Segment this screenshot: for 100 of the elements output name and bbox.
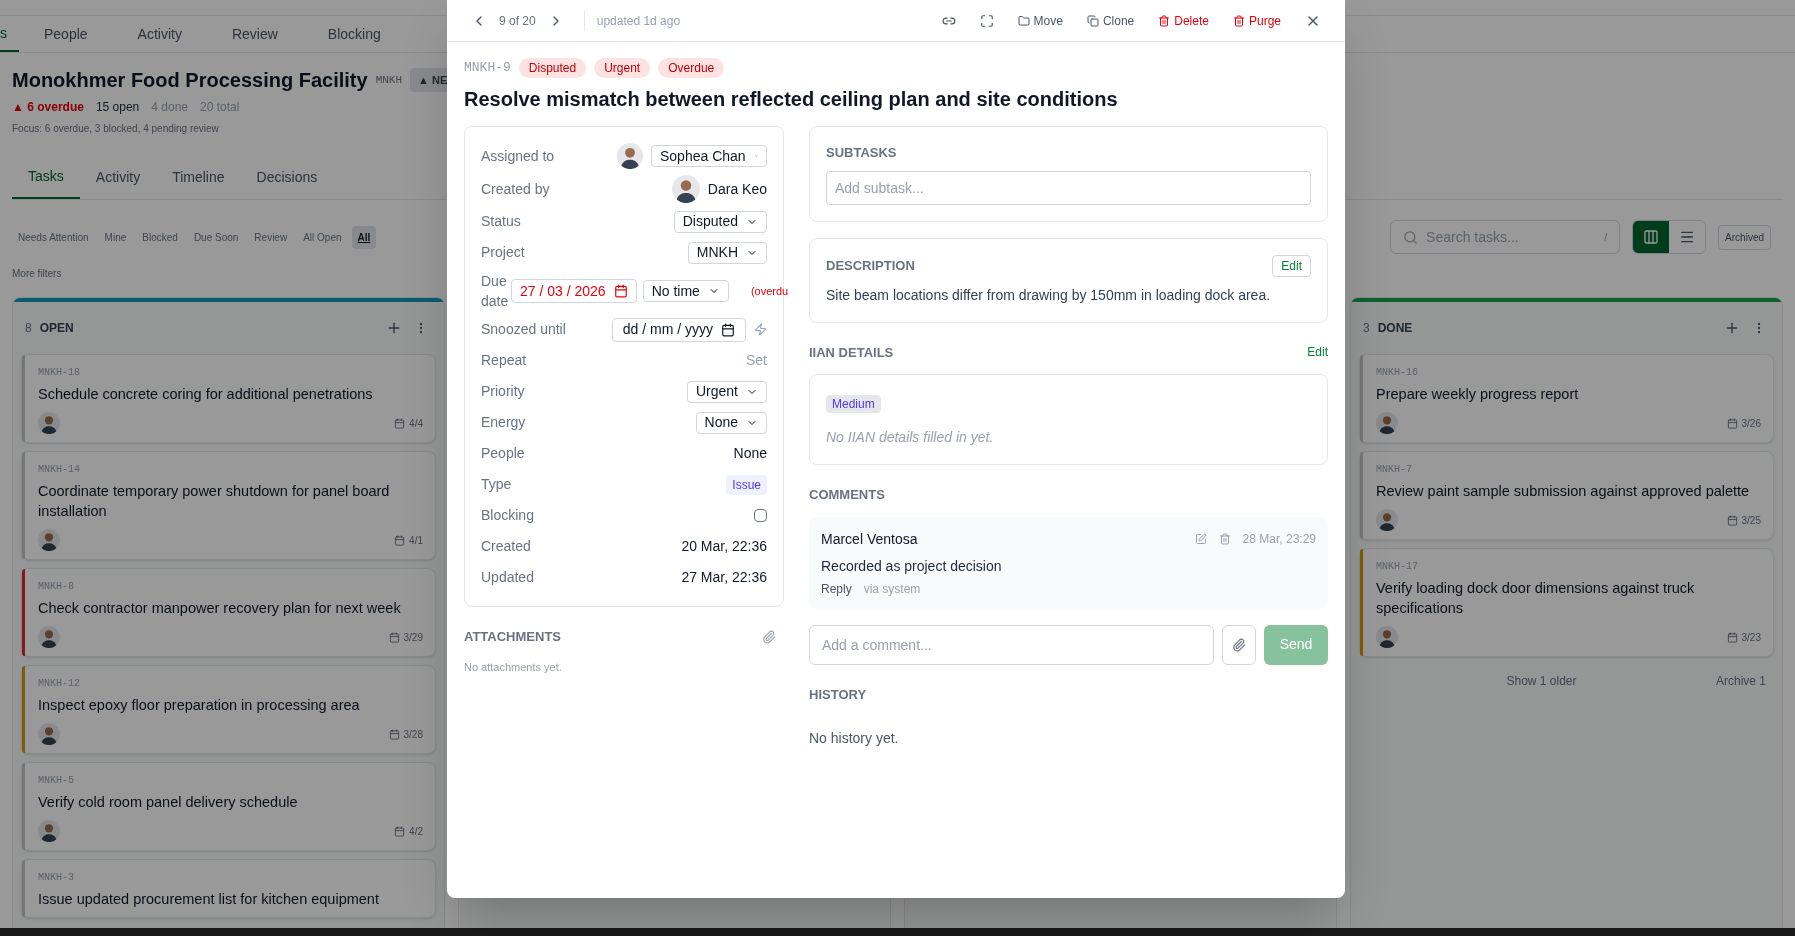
done-count: 4 done [151, 99, 188, 115]
nav-tab[interactable]: Blocking [302, 16, 406, 52]
edit-link[interactable]: Edit [1307, 344, 1328, 361]
filter-chip[interactable]: Review [248, 225, 294, 249]
field-label: Snoozed until [481, 320, 566, 339]
show-older-link[interactable]: Show 1 older [1506, 673, 1577, 689]
avatar-icon [1376, 412, 1398, 434]
section-title: COMMENTS [809, 486, 886, 504]
nav-tab[interactable]: s [0, 16, 19, 52]
add-icon[interactable] [1724, 320, 1740, 336]
clone-button[interactable]: Clone [1086, 12, 1135, 29]
board-view-button[interactable] [1633, 221, 1670, 253]
filter-chip[interactable]: Needs Attention [12, 225, 95, 249]
select-field[interactable]: None [695, 411, 767, 434]
task-card[interactable]: MNKH-17 Verify loading dock door dimensions against truck specifications 3/23 [1359, 548, 1774, 657]
avatar-icon [38, 626, 60, 648]
date-field[interactable]: dd / mm / yyyy [611, 317, 746, 342]
purge-button[interactable]: Purge [1232, 12, 1281, 29]
trash-icon [1158, 14, 1171, 27]
columns-icon [1643, 229, 1660, 245]
comment-author: Marcel Ventosa [821, 529, 918, 549]
project-title: Monokhmer Food Processing Facility [12, 68, 368, 93]
empty-message: No attachments yet. [464, 659, 563, 675]
date-field[interactable]: 27 / 03 / 2026 [511, 279, 637, 303]
expand-button[interactable] [979, 13, 994, 28]
field-label: Created by [481, 179, 550, 199]
calendar-icon [1726, 631, 1738, 643]
overdue-count: ▲ 6 overdue [12, 99, 84, 115]
view-tab[interactable]: Activity [79, 156, 157, 199]
project-code: MNKH [375, 72, 403, 88]
comment-time: 28 Mar, 23:29 [1242, 531, 1316, 547]
nav-tab[interactable]: Review [206, 16, 303, 52]
task-card[interactable]: MNKH-18 Schedule concrete coring for additional penetrations 4/4 [21, 354, 436, 443]
bolt-icon[interactable] [754, 323, 767, 336]
trash-icon[interactable] [1218, 533, 1231, 545]
add-icon[interactable] [386, 320, 402, 336]
focus-summary: Focus: 6 overdue, 3 blocked, 4 pending review [12, 122, 220, 136]
task-card[interactable]: MNKH-16 Prepare weekly progress report 3/26 [1359, 354, 1774, 443]
section-title: ATTACHMENTS [464, 628, 561, 646]
select-field[interactable]: Disputed [673, 210, 767, 233]
status-tag: Disputed [518, 58, 587, 78]
calendar-icon [1726, 417, 1738, 429]
avatar-icon [38, 820, 60, 842]
field-label: Blocking [481, 506, 534, 525]
task-card[interactable]: MNKH-7 Review paint sample submission against approved palette 3/25 [1359, 451, 1774, 540]
nav-tab[interactable]: People [19, 16, 113, 52]
section-title: SUBTASKS [826, 144, 898, 162]
task-id: MNKH-8 [38, 580, 75, 594]
archive-link[interactable]: Archive 1 [1715, 673, 1766, 689]
delete-button[interactable]: Delete [1158, 12, 1209, 29]
level-tag: Medium [826, 395, 881, 413]
select-field[interactable]: MNKH [687, 241, 767, 264]
trash-icon [1232, 14, 1245, 27]
task-title: Verify cold room panel delivery schedule [38, 793, 299, 812]
calendar-icon [388, 728, 400, 740]
nav-tab[interactable]: Activity [112, 16, 207, 52]
field-label: Priority [481, 382, 525, 401]
filter-chip[interactable]: All Open [297, 225, 348, 249]
select-field[interactable]: No time [642, 280, 729, 302]
reply-link[interactable]: Reply [821, 580, 852, 597]
task-title: Inspect epoxy floor preparation in processing area [38, 696, 361, 715]
edit-button[interactable]: Edit [1272, 254, 1311, 277]
comment-input[interactable]: Add a comment... [809, 624, 1214, 665]
comment-source: via system [863, 580, 921, 597]
task-title: Schedule concrete coring for additional penetrations [38, 385, 374, 404]
edit-icon[interactable] [1194, 533, 1207, 545]
field-label: Assigned to [481, 146, 555, 166]
filter-chip[interactable]: Mine [98, 225, 133, 249]
field-label: Created [481, 537, 531, 556]
subtask-input[interactable]: Add subtask... [826, 170, 1311, 205]
avatar-icon [671, 175, 700, 203]
attach-button[interactable] [1222, 624, 1256, 665]
section-title: DESCRIPTION [826, 256, 915, 275]
task-card[interactable]: MNKH-12 Inspect epoxy floor preparation in processing area 3/28 [21, 665, 436, 754]
task-id: MNKH-12 [38, 677, 81, 691]
move-button[interactable]: Move [1017, 12, 1063, 29]
filter-chip[interactable]: All [351, 225, 377, 249]
task-card[interactable]: MNKH-5 Verify cold room panel delivery schedule 4/2 [21, 762, 436, 851]
task-card[interactable]: MNKH-3 Issue updated procurement list for kitchen equipment [21, 859, 436, 918]
field-value: Dara Keo [707, 179, 767, 199]
section-title: IIAN DETAILS [809, 343, 894, 362]
due-date: 3/25 [1741, 513, 1761, 528]
filter-chip[interactable]: Due Soon [187, 225, 245, 249]
view-tab[interactable]: Timeline [156, 156, 241, 199]
total-count: 20 total [200, 99, 240, 115]
archived-button[interactable]: Archived [1718, 224, 1771, 250]
set-link[interactable]: Set [746, 350, 767, 371]
avatar-icon [617, 143, 643, 169]
checkbox[interactable] [754, 509, 767, 522]
avatar-icon [1376, 626, 1398, 648]
paperclip-icon[interactable] [762, 629, 776, 644]
task-card[interactable]: MNKH-14 Coordinate temporary power shutdown for panel board installation 4/1 [21, 451, 436, 560]
select-field[interactable]: Sophea Chan [651, 145, 767, 167]
task-card[interactable]: MNKH-8 Check contractor manpower recovery plan for next week 3/29 [21, 568, 436, 657]
task-title: Prepare weekly progress report [1376, 385, 1580, 404]
empty-message: No history yet. [809, 729, 900, 748]
view-tab[interactable]: Decisions [240, 156, 334, 199]
view-tab[interactable]: Tasks [12, 156, 80, 199]
select-field[interactable]: Urgent [686, 380, 767, 403]
filter-chip[interactable]: Blocked [136, 225, 184, 249]
